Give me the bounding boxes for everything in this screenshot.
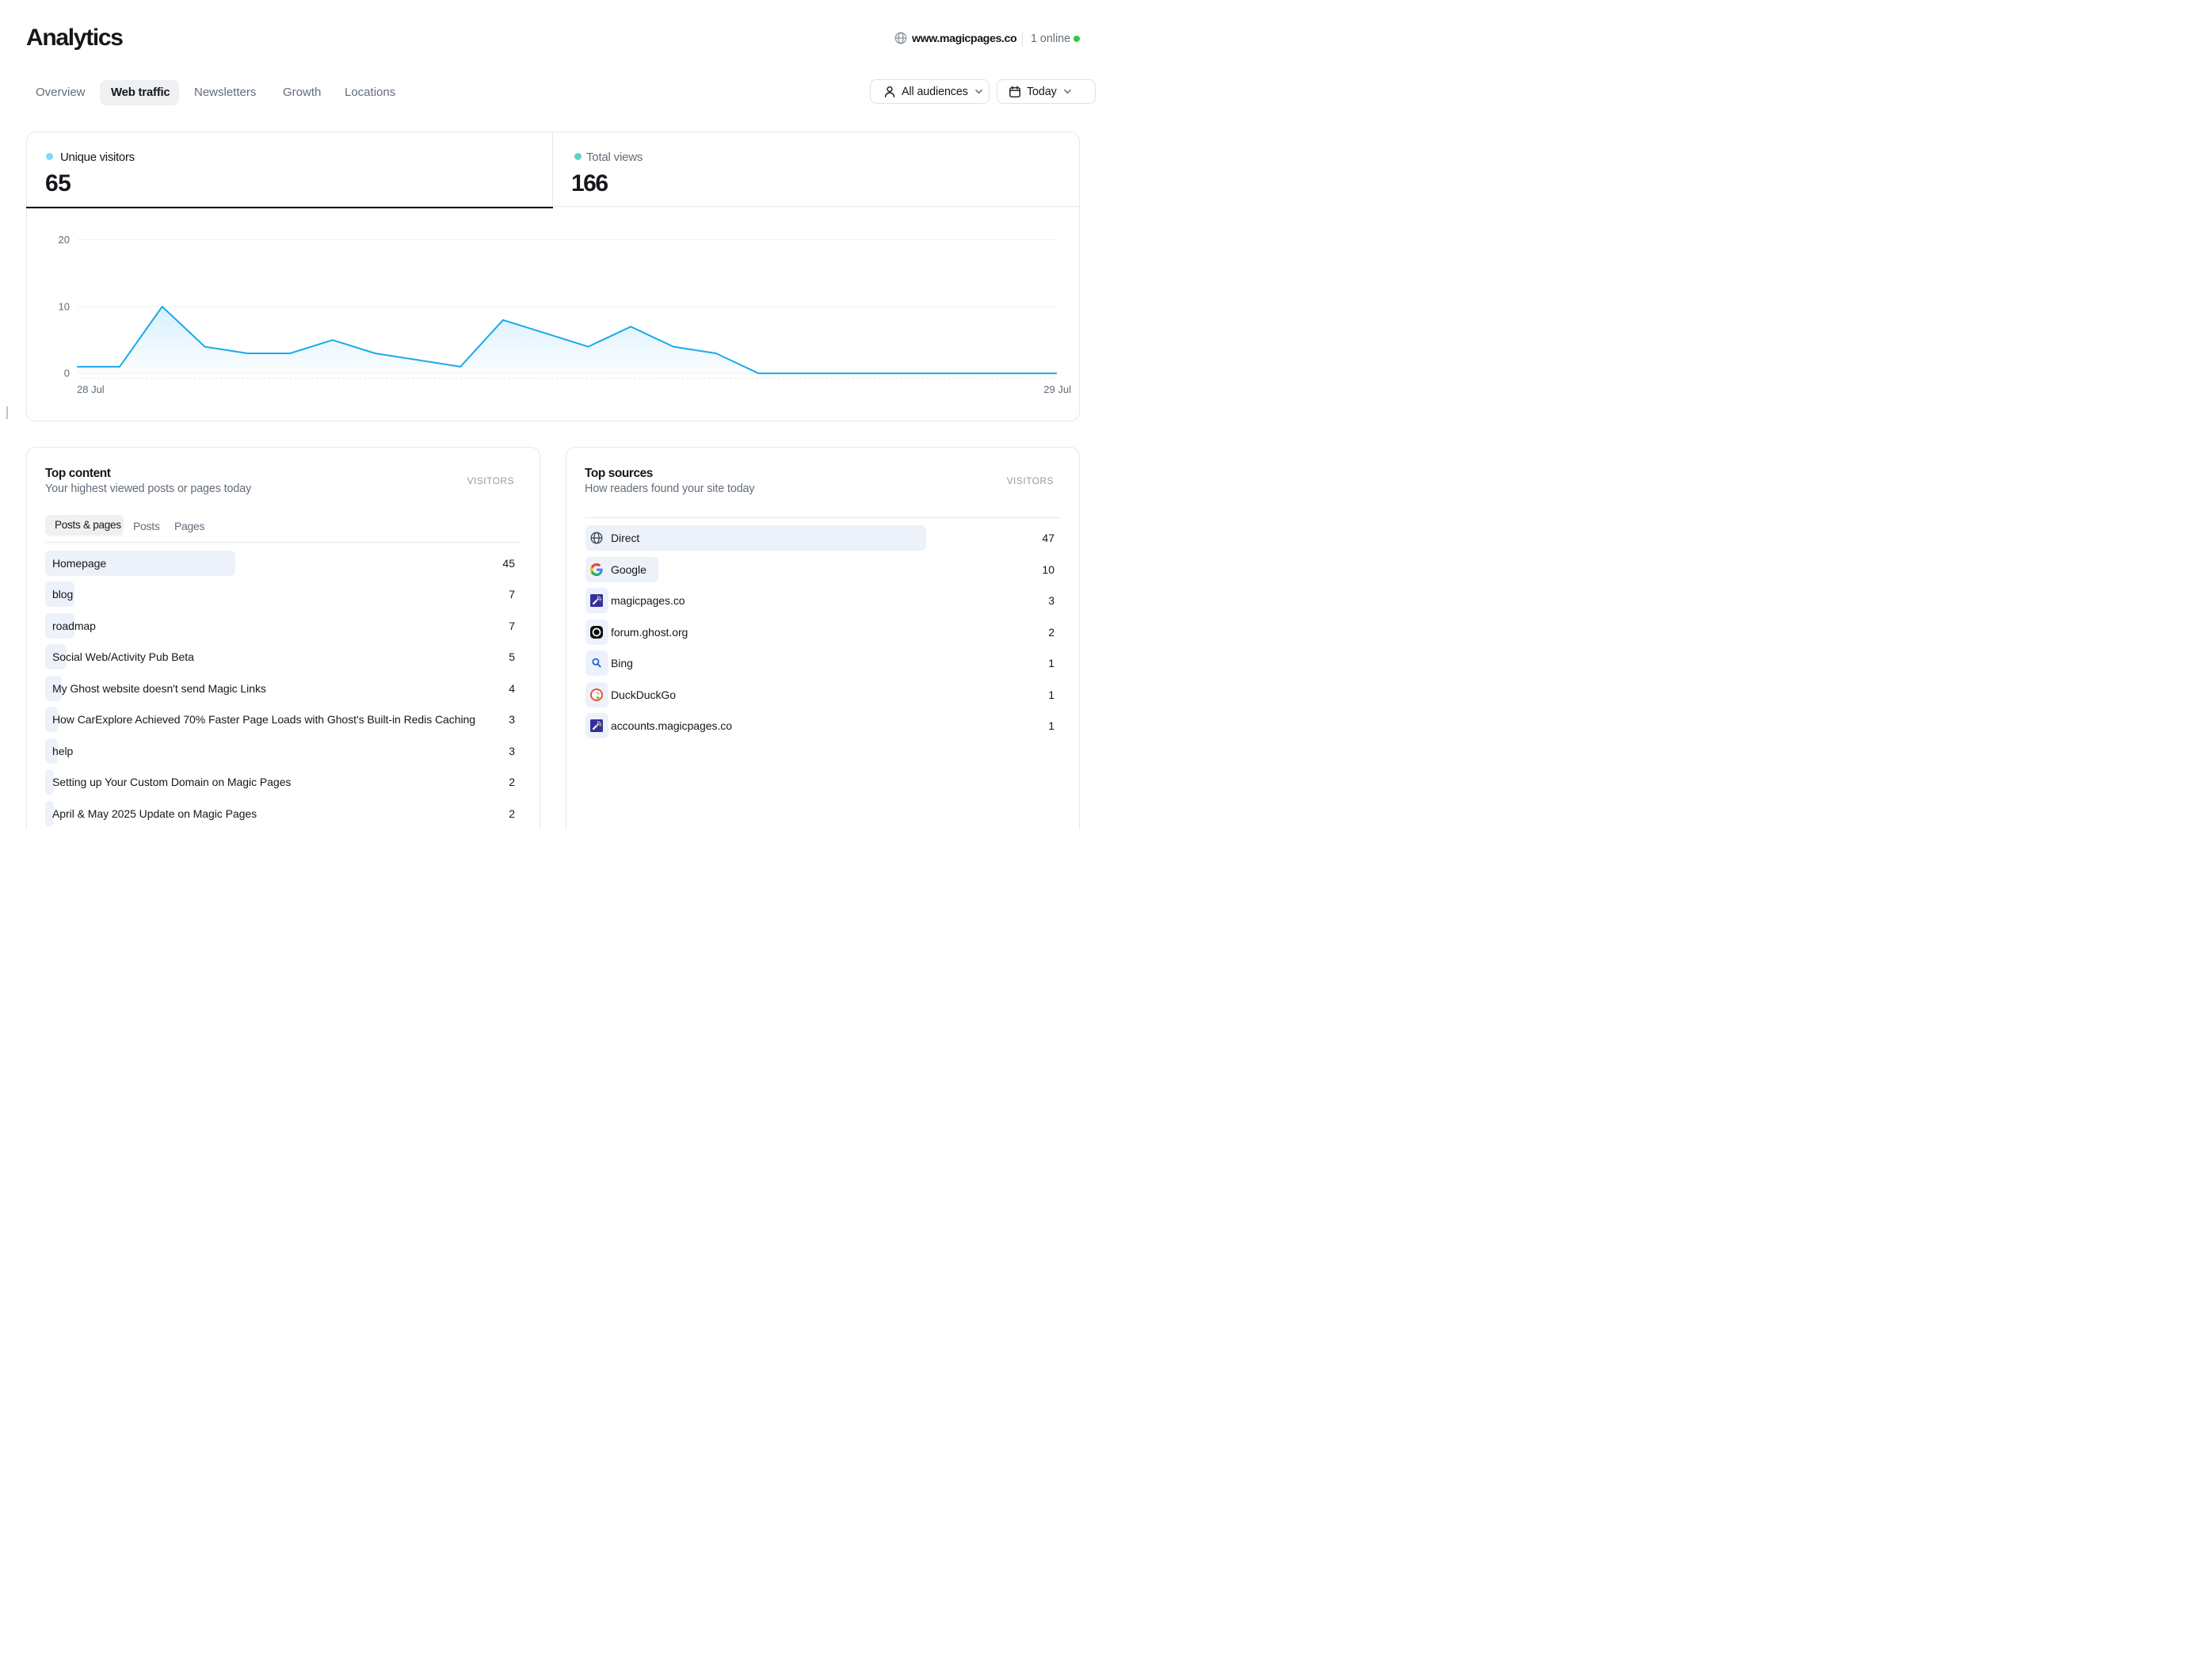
svg-text:0: 0 bbox=[64, 368, 70, 379]
svg-text:20: 20 bbox=[59, 234, 70, 246]
svg-text:29 Jul: 29 Jul bbox=[1043, 383, 1071, 395]
svg-text:10: 10 bbox=[59, 300, 70, 312]
svg-text:28 Jul: 28 Jul bbox=[77, 383, 105, 395]
